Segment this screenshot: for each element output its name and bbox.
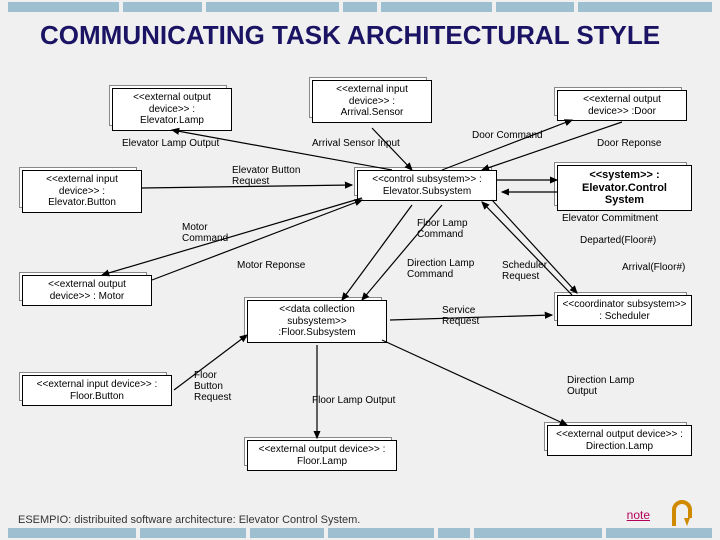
label-elevator-lamp-output: Elevator Lamp Output bbox=[122, 138, 219, 149]
label-arrival-sensor-input: Arrival Sensor Input bbox=[312, 138, 400, 149]
box-motor: <<external output device>> : Motor bbox=[22, 275, 152, 306]
label-direction-lamp-command: Direction Lamp Command bbox=[407, 258, 474, 280]
label-service-request: Service Request bbox=[442, 305, 479, 327]
label-departed: Departed(Floor#) bbox=[580, 235, 656, 246]
label-door-response: Door Reponse bbox=[597, 138, 661, 149]
box-floor-button: <<external input device>> : Floor.Button bbox=[22, 375, 172, 406]
box-scheduler: <<coordinator subsystem>> : Scheduler bbox=[557, 295, 692, 326]
note-link[interactable]: note bbox=[627, 508, 650, 522]
label-elevator-commitment: Elevator Commitment bbox=[562, 213, 658, 224]
box-elevator-subsystem: <<control subsystem>> : Elevator.Subsyst… bbox=[357, 170, 497, 201]
label-direction-lamp-output: Direction Lamp Output bbox=[567, 375, 634, 397]
box-door: <<external output device>> :Door bbox=[557, 90, 687, 121]
return-icon[interactable] bbox=[664, 498, 696, 530]
box-floor-lamp: <<external output device>> : Floor.Lamp bbox=[247, 440, 397, 471]
box-arrival-sensor: <<external input device>> : Arrival.Sens… bbox=[312, 80, 432, 123]
label-elevator-button-request: Elevator Button Request bbox=[232, 165, 300, 187]
box-elevator-lamp: <<external output device>> : Elevator.La… bbox=[112, 88, 232, 131]
label-floor-lamp-command: Floor Lamp Command bbox=[417, 218, 468, 240]
box-direction-lamp: <<external output device>> : Direction.L… bbox=[547, 425, 692, 456]
box-elevator-button: <<external input device>> : Elevator.But… bbox=[22, 170, 142, 213]
label-scheduler-request: Scheduler Request bbox=[502, 260, 547, 282]
label-floor-lamp-output: Floor Lamp Output bbox=[312, 395, 395, 406]
box-elevator-control-system: <<system>> : Elevator.Control System bbox=[557, 165, 692, 211]
label-motor-response: Motor Reponse bbox=[237, 260, 305, 271]
diagram-title: COMMUNICATING TASK ARCHITECTURAL STYLE bbox=[40, 20, 660, 51]
label-floor-button-request: Floor Button Request bbox=[194, 370, 231, 403]
label-door-command: Door Command bbox=[472, 130, 543, 141]
diagram-canvas: <<external output device>> : Elevator.La… bbox=[12, 80, 708, 505]
diagram-caption: ESEMPIO: distribuited software architect… bbox=[18, 514, 360, 526]
label-motor-command: Motor Command bbox=[182, 222, 228, 244]
label-arrival: Arrival(Floor#) bbox=[622, 262, 685, 273]
box-floor-subsystem: <<data collection subsystem>> :Floor.Sub… bbox=[247, 300, 387, 343]
